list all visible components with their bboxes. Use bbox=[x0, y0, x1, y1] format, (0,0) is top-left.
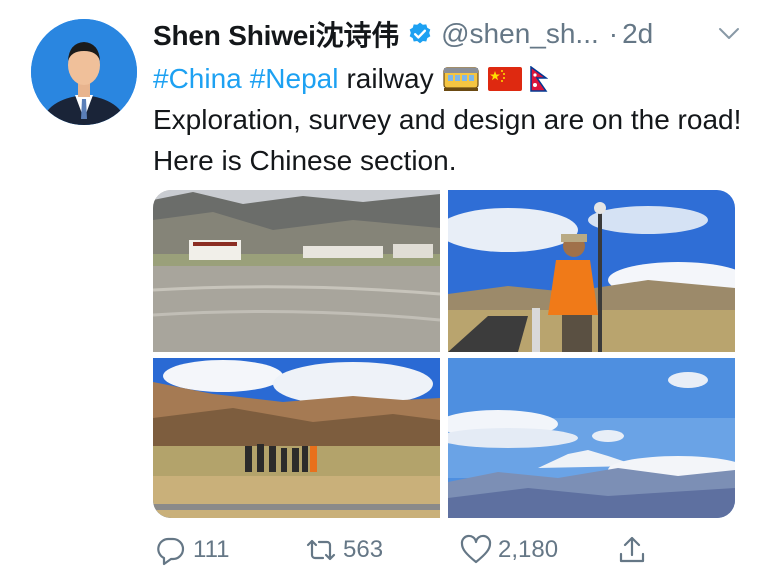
tram-car-emoji bbox=[443, 66, 479, 91]
tweet-body: Exploration, survey and design are on th… bbox=[153, 104, 742, 176]
surveyor-photo[interactable] bbox=[448, 190, 735, 352]
like-button[interactable]: 2,180 bbox=[460, 530, 558, 570]
retweet-button[interactable]: 563 bbox=[305, 530, 383, 570]
tweet-actions: 111 563 2,180 bbox=[153, 530, 653, 570]
chevron-down-icon[interactable] bbox=[717, 24, 741, 44]
author-handle[interactable]: @shen_sh... bbox=[441, 18, 599, 50]
author-avatar[interactable] bbox=[31, 19, 137, 125]
retweet-count: 563 bbox=[343, 536, 384, 563]
tweet-word-railway: railway bbox=[346, 63, 434, 94]
author-name[interactable]: Shen Shiwei沈诗伟 bbox=[153, 14, 399, 54]
share-icon bbox=[619, 536, 645, 563]
nepal-flag-emoji bbox=[529, 65, 548, 92]
team-on-plain-photo[interactable] bbox=[153, 358, 440, 518]
reply-button[interactable]: 111 bbox=[155, 530, 229, 570]
tweet-text: #China #Nepal railway Exploration, surve… bbox=[153, 58, 753, 181]
separator-dot: · bbox=[608, 18, 619, 49]
heart-icon bbox=[460, 534, 492, 564]
tweet-timestamp[interactable]: 2d bbox=[622, 18, 653, 50]
reply-icon bbox=[157, 537, 185, 566]
media-grid bbox=[153, 190, 735, 518]
share-button[interactable] bbox=[616, 530, 648, 570]
village-valley-photo[interactable] bbox=[153, 190, 440, 352]
hashtag-nepal[interactable]: #Nepal bbox=[250, 58, 339, 99]
reply-count: 111 bbox=[193, 536, 230, 563]
snow-peak-photo[interactable] bbox=[448, 358, 735, 518]
avatar-image bbox=[31, 19, 137, 125]
retweet-icon bbox=[306, 539, 336, 561]
hashtag-china[interactable]: #China bbox=[153, 58, 242, 99]
tweet-header: Shen Shiwei沈诗伟 @shen_sh... · 2d bbox=[153, 14, 745, 54]
like-count: 2,180 bbox=[498, 536, 559, 563]
verified-badge-icon bbox=[409, 22, 431, 44]
china-flag-emoji bbox=[487, 66, 522, 91]
